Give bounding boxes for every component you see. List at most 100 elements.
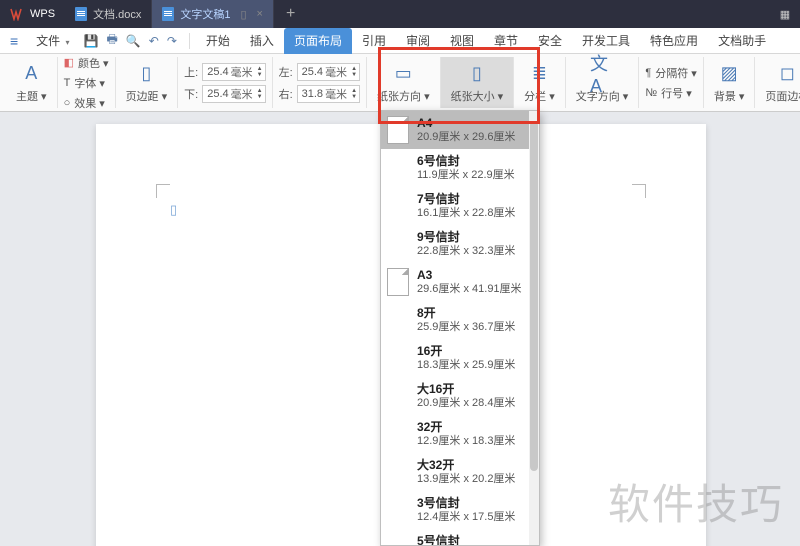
- paper-size-dimensions: 12.4厘米 x 17.5厘米: [417, 510, 515, 524]
- ribbon-tab-9[interactable]: 特色应用: [640, 28, 708, 54]
- background-icon: ▨: [717, 62, 741, 86]
- ribbon-tab-10[interactable]: 文档助手: [708, 28, 776, 54]
- paper-size-dimensions: 16.1厘米 x 22.8厘米: [417, 206, 515, 220]
- doc-tab-label: 文档.docx: [93, 6, 141, 22]
- doc-tab-0[interactable]: 文档.docx: [65, 0, 152, 28]
- paper-size-name: 3号信封: [417, 496, 515, 510]
- paper-size-option[interactable]: 6号信封11.9厘米 x 22.9厘米: [381, 149, 539, 187]
- paper-size-dimensions: 13.9厘米 x 20.2厘米: [417, 472, 515, 486]
- margins-button[interactable]: ▯ 页边距 ▾: [122, 57, 172, 108]
- paper-size-name: 大16开: [417, 382, 515, 396]
- paper-size-option[interactable]: 16开18.3厘米 x 25.9厘米: [381, 339, 539, 377]
- orientation-icon: ▭: [391, 62, 415, 86]
- doc-tab-1[interactable]: 文字文稿1 ▯ ×: [152, 0, 274, 28]
- paper-size-option[interactable]: 5号信封10.9厘米 x 21.9厘米: [381, 529, 539, 546]
- paper-size-dimensions: 12.9厘米 x 18.3厘米: [417, 434, 515, 448]
- text-direction-button[interactable]: 文A文字方向 ▾: [572, 57, 633, 108]
- margin-left-field[interactable]: 左: 25.4毫米▲▼: [279, 63, 360, 81]
- ribbon-tab-7[interactable]: 安全: [528, 28, 572, 54]
- quick-access: 💾 🖶 🔍 ↶ ↷: [78, 30, 183, 51]
- ribbon-tab-5[interactable]: 视图: [440, 28, 484, 54]
- paper-size-option[interactable]: 7号信封16.1厘米 x 22.8厘米: [381, 187, 539, 225]
- paper-size-option[interactable]: 8开25.9厘米 x 36.7厘米: [381, 301, 539, 339]
- effect-button[interactable]: ○效果 ▾: [64, 95, 109, 111]
- document-icon: [75, 7, 87, 21]
- line-number-button[interactable]: №行号 ▾: [645, 85, 697, 101]
- titlebar: WPS 文档.docx 文字文稿1 ▯ × + ▦: [0, 0, 800, 28]
- document-icon: [162, 7, 174, 21]
- ribbon-tab-0[interactable]: 开始: [196, 28, 240, 54]
- ribbon-tabs: 开始插入页面布局引用审阅视图章节安全开发工具特色应用文档助手: [196, 28, 776, 54]
- paper-size-name: A4: [417, 116, 515, 130]
- grid-icon[interactable]: ▦: [770, 8, 800, 21]
- crop-mark-icon: [156, 184, 170, 198]
- paper-size-name: 大32开: [417, 458, 515, 472]
- print-icon[interactable]: 🖶: [107, 30, 118, 51]
- paper-size-option[interactable]: 3号信封12.4厘米 x 17.5厘米: [381, 491, 539, 529]
- theme-button[interactable]: A 主题 ▾: [12, 57, 51, 108]
- ribbon-tab-1[interactable]: 插入: [240, 28, 284, 54]
- menu-icon[interactable]: ≡: [0, 33, 28, 49]
- page-icon: [387, 116, 409, 144]
- app-name: WPS: [30, 8, 55, 20]
- paper-size-icon: ▯: [465, 62, 489, 86]
- bookmark-icon[interactable]: ▯: [240, 8, 246, 21]
- paper-size-dimensions: 25.9厘米 x 36.7厘米: [417, 320, 515, 334]
- doc-tab-label: 文字文稿1: [180, 6, 230, 22]
- paper-size-option[interactable]: A329.6厘米 x 41.91厘米: [381, 263, 539, 301]
- cursor-indicator-icon: ▯: [170, 202, 177, 218]
- font-button[interactable]: T字体 ▾: [64, 75, 109, 91]
- columns-icon: ≣: [527, 62, 551, 86]
- paper-size-dimensions: 20.9厘米 x 29.6厘米: [417, 130, 515, 144]
- paper-size-dimensions: 29.6厘米 x 41.91厘米: [417, 282, 522, 296]
- crop-mark-icon: [632, 184, 646, 198]
- scrollbar[interactable]: [529, 111, 539, 545]
- file-menu[interactable]: 文件 ▾: [28, 32, 77, 49]
- preview-icon[interactable]: 🔍: [126, 34, 141, 48]
- text-direction-icon: 文A: [590, 62, 614, 86]
- save-icon[interactable]: 💾: [84, 34, 99, 48]
- paper-size-dimensions: 20.9厘米 x 28.4厘米: [417, 396, 515, 410]
- ribbon-tab-2[interactable]: 页面布局: [284, 28, 352, 54]
- ribbon-tab-4[interactable]: 审阅: [396, 28, 440, 54]
- paper-size-button[interactable]: ▯纸张大小 ▾: [447, 57, 508, 108]
- paper-size-option[interactable]: 9号信封22.8厘米 x 32.3厘米: [381, 225, 539, 263]
- paper-size-name: A3: [417, 268, 522, 282]
- close-tab-icon[interactable]: ×: [257, 8, 263, 20]
- paper-size-dimensions: 22.8厘米 x 32.3厘米: [417, 244, 515, 258]
- paper-size-name: 9号信封: [417, 230, 515, 244]
- margin-bottom-field[interactable]: 下: 25.4毫米▲▼: [184, 85, 265, 103]
- scrollbar-thumb[interactable]: [530, 121, 538, 471]
- margins-icon: ▯: [134, 62, 158, 86]
- theme-icon: A: [19, 62, 43, 86]
- paper-size-dimensions: 11.9厘米 x 22.9厘米: [417, 168, 515, 182]
- margin-right-field[interactable]: 右: 31.8毫米▲▼: [279, 85, 360, 103]
- ribbon-tab-6[interactable]: 章节: [484, 28, 528, 54]
- paper-size-name: 16开: [417, 344, 515, 358]
- paper-size-name: 7号信封: [417, 192, 515, 206]
- undo-icon[interactable]: ↶: [149, 34, 159, 48]
- columns-button[interactable]: ≣分栏 ▾: [520, 57, 559, 108]
- page-border-button[interactable]: ◻页面边框: [761, 57, 800, 108]
- redo-icon[interactable]: ↷: [167, 34, 177, 48]
- margin-top-field[interactable]: 上: 25.4毫米▲▼: [184, 63, 265, 81]
- wps-logo-icon: [8, 6, 24, 22]
- paper-size-option[interactable]: A420.9厘米 x 29.6厘米: [381, 111, 539, 149]
- page-icon: [387, 268, 409, 296]
- paper-size-option[interactable]: 大32开13.9厘米 x 20.2厘米: [381, 453, 539, 491]
- border-icon: ◻: [775, 62, 799, 86]
- ribbon-tab-3[interactable]: 引用: [352, 28, 396, 54]
- paper-size-dropdown: A420.9厘米 x 29.6厘米6号信封11.9厘米 x 22.9厘米7号信封…: [380, 110, 540, 546]
- paper-size-name: 5号信封: [417, 534, 515, 546]
- paper-size-option[interactable]: 32开12.9厘米 x 18.3厘米: [381, 415, 539, 453]
- orientation-button[interactable]: ▭纸张方向 ▾: [373, 57, 434, 108]
- paper-size-name: 8开: [417, 306, 515, 320]
- ribbon: A 主题 ▾ ◧颜色 ▾ T字体 ▾ ○效果 ▾ ▯ 页边距 ▾ 上: 25.4…: [0, 54, 800, 112]
- breaks-button[interactable]: ¶分隔符 ▾: [645, 65, 697, 81]
- menubar: ≡ 文件 ▾ 💾 🖶 🔍 ↶ ↷ 开始插入页面布局引用审阅视图章节安全开发工具特…: [0, 28, 800, 54]
- background-button[interactable]: ▨背景 ▾: [710, 57, 749, 108]
- paper-size-dimensions: 18.3厘米 x 25.9厘米: [417, 358, 515, 372]
- new-tab-button[interactable]: +: [274, 5, 307, 23]
- color-button[interactable]: ◧颜色 ▾: [64, 55, 109, 71]
- paper-size-option[interactable]: 大16开20.9厘米 x 28.4厘米: [381, 377, 539, 415]
